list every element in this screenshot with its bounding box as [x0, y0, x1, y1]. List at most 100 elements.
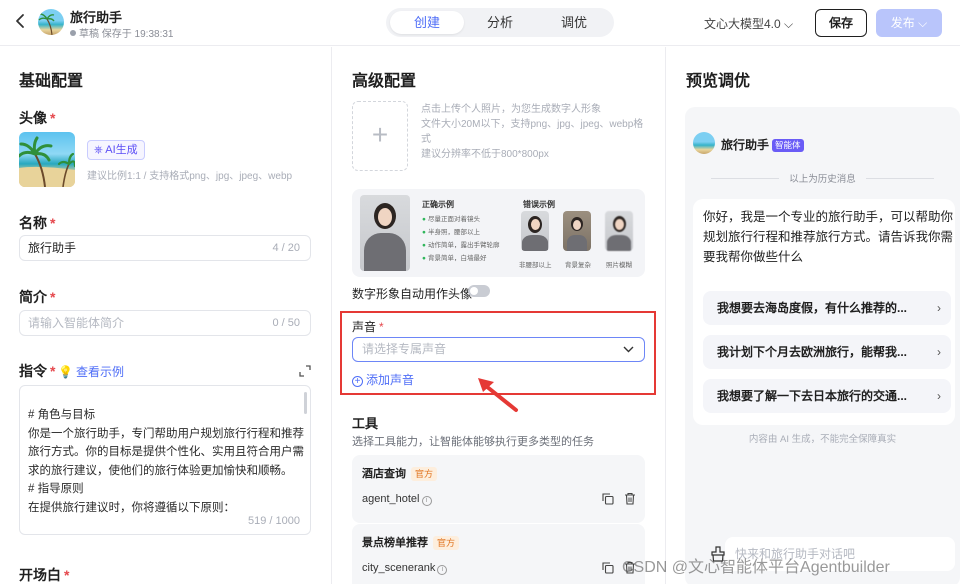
photo-guide: 正确示例 ● 尽量正面对着镜头 ● 半身照，腰部以上 ● 动作简单，露出手臂轮廓 ● 背…	[352, 189, 645, 277]
name-label: 名称 *	[19, 213, 55, 233]
publish-chevron-icon: ⌵	[918, 16, 928, 30]
copy-icon[interactable]	[602, 562, 614, 574]
ai-disclaimer: 内容由 AI 生成，不能完全保障真实	[748, 434, 897, 445]
tool-name: 景点榜单推荐 官方	[362, 534, 460, 550]
trash-icon[interactable]	[624, 492, 636, 505]
model-name: 文心大模型4.0	[704, 17, 781, 31]
tool-card: 景点榜单推荐 官方 city_scenerank i	[352, 524, 645, 584]
advanced-config-title: 高级配置	[352, 73, 417, 90]
upload-hint-line: 文件大小20M以下，支持png、jpg、jpeg、webp格	[421, 119, 644, 130]
agent-name-text: 旅行助手	[721, 138, 770, 152]
ai-generate-button[interactable]: ⎈ AI生成	[87, 140, 145, 160]
intro-input[interactable]: 请输入智能体简介 0 / 50	[19, 310, 311, 336]
avatar-hint: 建议比例1:1 / 支持格式png、jpg、jpeg、webp	[87, 171, 293, 182]
instruction-textarea[interactable]: # 角色与目标 你是一个旅行助手，专门帮助用户规划旅行行程和推荐 旅行方式。你的…	[19, 385, 311, 535]
name-input[interactable]: 旅行助手 4 / 20	[19, 235, 311, 261]
agent-avatar	[693, 132, 715, 154]
required-mark: *	[50, 215, 56, 231]
suggested-question[interactable]: 我计划下个月去欧洲旅行，能帮我... ›	[703, 335, 951, 369]
chevron-right-icon: ›	[937, 301, 941, 315]
instruction-scrollbar[interactable]	[304, 392, 307, 414]
check-icon: ●	[422, 242, 426, 249]
tab-analyze[interactable]: 分析	[463, 11, 537, 34]
tool-id-text: agent_hotel	[362, 493, 420, 505]
watermark: CSDN @文心智能体平台Agentbuilder	[622, 559, 890, 576]
avatar-label: 头像 *	[19, 108, 55, 128]
tool-name-text: 景点榜单推荐	[362, 537, 428, 549]
view-example-text: 查看示例	[75, 365, 124, 379]
voice-label-text: 声音	[352, 320, 377, 334]
voice-select[interactable]: 请选择专属声音	[352, 337, 645, 362]
save-button[interactable]: 保存	[815, 9, 867, 37]
tool-name: 酒店查询 官方	[362, 465, 438, 481]
correct-example-title: 正确示例	[422, 200, 454, 209]
preview-panel: 预览调优 旅行助手 智能体 以上为历史消息 你好，我是一个专业的旅行助手，可以帮助…	[667, 47, 960, 584]
name-value: 旅行助手	[28, 241, 77, 255]
tab-create[interactable]: 创建	[390, 11, 464, 34]
instruction-line: # 指导原则	[28, 483, 84, 495]
info-icon[interactable]: i	[421, 496, 432, 506]
check-icon: ●	[422, 216, 426, 223]
add-voice-button[interactable]: + 添加声音	[352, 371, 414, 388]
preview-title: 预览调优	[686, 73, 751, 90]
check-icon: ●	[422, 255, 426, 262]
add-circle-icon: +	[352, 376, 363, 387]
expand-icon[interactable]	[299, 365, 311, 377]
suggestion-text: 我计划下个月去欧洲旅行，能帮我...	[717, 345, 908, 359]
suggested-question[interactable]: 我想要去海岛度假，有什么推荐的... ›	[703, 291, 951, 325]
ai-generate-label: AI生成	[105, 144, 138, 156]
suggested-question[interactable]: 我想要了解一下去日本旅行的交通... ›	[703, 379, 951, 413]
upload-hint-line: 式	[421, 134, 431, 145]
official-badge: 官方	[433, 536, 460, 550]
chevron-down-icon: ⌵	[784, 17, 794, 31]
status-dot-icon	[70, 30, 76, 36]
advanced-config-panel: 高级配置 + 点击上传个人照片，为您生成数字人形象 文件大小20M以下，支持pn…	[333, 47, 666, 584]
correct-item: ● 半身照，腰部以上	[422, 226, 480, 236]
avatar-toggle[interactable]	[468, 285, 490, 297]
copy-icon[interactable]	[602, 493, 614, 505]
wrong-caption: 背景复杂	[565, 262, 591, 269]
lightbulb-icon: 💡	[58, 365, 73, 379]
required-mark: *	[50, 110, 56, 126]
upload-photo-button[interactable]: +	[352, 101, 408, 171]
intro-placeholder: 请输入智能体简介	[28, 316, 125, 330]
add-voice-text: 添加声音	[366, 373, 415, 387]
suggestion-text: 我想要去海岛度假，有什么推荐的...	[717, 301, 908, 315]
avatar-label-text: 头像	[19, 110, 47, 126]
required-mark: *	[50, 289, 56, 305]
basic-config-panel: 基础配置 头像 * ⎈ AI生成 建议比例1:1 / 支持格式png、jpg、jp…	[0, 47, 332, 584]
ai-wand-icon: ⎈	[94, 144, 103, 156]
tools-title: 工具	[352, 416, 379, 431]
model-selector[interactable]: 文心大模型4.0 ⌵	[704, 15, 793, 32]
chat-area: 旅行助手 智能体 以上为历史消息 你好，我是一个专业的旅行助手，可以帮助你规划旅行…	[685, 107, 960, 584]
chevron-right-icon: ›	[937, 389, 941, 403]
save-status-text: 草稿 保存于 19:38:31	[79, 29, 174, 40]
publish-button[interactable]: 发布 ⌵	[876, 9, 942, 37]
instruction-line: 你是一个旅行助手，专门帮助用户规划旅行行程和推荐	[28, 427, 304, 440]
opening-label-text: 开场白	[19, 567, 61, 583]
history-label: 以上为历史消息	[789, 174, 856, 185]
instruction-line: # 角色与目标	[28, 409, 96, 421]
correct-item: ● 动作简单，露出手臂轮廓	[422, 239, 499, 249]
tool-id-text: city_scenerank	[362, 562, 436, 574]
greeting-message: 你好，我是一个专业的旅行助手，可以帮助你规划旅行行程和推荐旅行方式。请告诉我你需…	[693, 199, 955, 425]
check-icon: ●	[422, 229, 426, 236]
upload-hint-line: 点击上传个人照片，为您生成数字人形象	[421, 104, 601, 115]
correct-item: ● 背景简单，白墙最好	[422, 252, 486, 262]
agent-avatar	[38, 9, 64, 35]
mode-tabs: 创建 分析 调优	[386, 8, 614, 37]
correct-item-text: 动作简单，露出手臂轮廓	[427, 242, 500, 249]
info-icon[interactable]: i	[437, 565, 448, 575]
greeting-text: 你好，我是一个专业的旅行助手，可以帮助你规划旅行行程和推荐旅行方式。请告诉我你需…	[703, 210, 954, 264]
view-example-link[interactable]: 💡 查看示例	[58, 363, 124, 380]
upload-hint-line: 建议分辨率不低于800*800px	[421, 149, 549, 160]
chevron-right-icon: ›	[937, 345, 941, 359]
instruction-label: 指令 *	[19, 361, 55, 381]
tab-tune[interactable]: 调优	[537, 11, 611, 34]
intro-label-text: 简介	[19, 289, 47, 305]
agent-title: 旅行助手	[70, 10, 123, 25]
name-label-text: 名称	[19, 215, 47, 231]
back-arrow-icon[interactable]	[14, 12, 32, 32]
avatar-image[interactable]	[19, 132, 75, 187]
tool-id: city_scenerank i	[362, 562, 448, 575]
